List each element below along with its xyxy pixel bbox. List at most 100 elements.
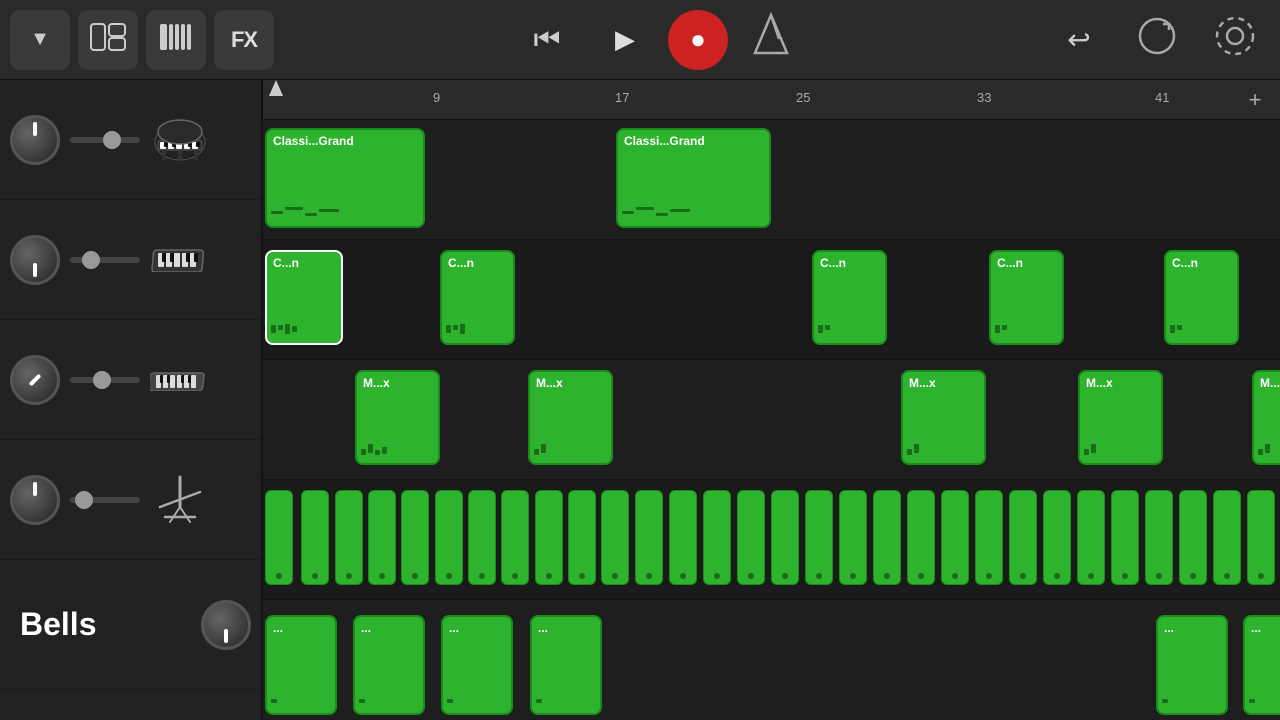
- record-button[interactable]: ●: [668, 10, 728, 70]
- vclip-23[interactable]: [1009, 490, 1037, 585]
- track-1-volume-slider[interactable]: [103, 131, 121, 149]
- vclip-11[interactable]: [601, 490, 629, 585]
- vclip-16[interactable]: [771, 490, 799, 585]
- clip-notes: [271, 310, 337, 335]
- metronome-button[interactable]: [736, 10, 806, 70]
- track-4-volume-knob[interactable]: [10, 475, 60, 525]
- clip-notes: [1258, 430, 1280, 455]
- loop-button[interactable]: [1122, 10, 1192, 70]
- track-2-lane: C...n C...n: [263, 240, 1280, 360]
- track-2-volume-slider[interactable]: [82, 251, 100, 269]
- rewind-button[interactable]: ⏮: [512, 10, 582, 70]
- clip-notes: [622, 193, 765, 218]
- track-1-volume-knob[interactable]: [10, 115, 60, 165]
- dropdown-icon: ▼: [30, 28, 50, 51]
- clip-track5-2[interactable]: ...: [353, 615, 425, 715]
- vclip-13[interactable]: [669, 490, 697, 585]
- playhead[interactable]: [269, 80, 283, 120]
- vclip-4[interactable]: [368, 490, 396, 585]
- vclip-10[interactable]: [568, 490, 596, 585]
- vclip-20[interactable]: [907, 490, 935, 585]
- clip-label: C...n: [814, 252, 885, 274]
- settings-icon: [1213, 14, 1257, 65]
- clip-track5-3[interactable]: ...: [441, 615, 513, 715]
- clip-label: ...: [443, 617, 511, 639]
- clip-label: M...x: [903, 372, 984, 394]
- vclip-21[interactable]: [941, 490, 969, 585]
- clip-notes: [818, 310, 881, 335]
- track-5-controls: Bells: [0, 560, 261, 690]
- clip-notes: [995, 310, 1058, 335]
- clip-notes: [271, 193, 419, 218]
- vclip-25[interactable]: [1077, 490, 1105, 585]
- tracks-area: 9 17 25 33 41 + Classi...Grand: [263, 80, 1280, 720]
- timeline-marker-41: 41: [1155, 90, 1169, 105]
- clip-track3-5[interactable]: M...x: [1252, 370, 1280, 465]
- vclip-28[interactable]: [1179, 490, 1207, 585]
- clip-track3-4[interactable]: M...x: [1078, 370, 1163, 465]
- timeline-marker-9: 9: [433, 90, 440, 105]
- track-3-volume-knob[interactable]: [10, 355, 60, 405]
- vclip-9[interactable]: [535, 490, 563, 585]
- clip-label: Classi...Grand: [267, 130, 423, 152]
- main-area: Bells 9 17 25 33 41 + Classi...Grand: [0, 80, 1280, 720]
- track-1-controls: [0, 80, 261, 200]
- vclip-8[interactable]: [501, 490, 529, 585]
- clip-notes: [1084, 430, 1157, 455]
- clip-track3-2[interactable]: M...x: [528, 370, 613, 465]
- clip-track5-4[interactable]: ...: [530, 615, 602, 715]
- vclip-26[interactable]: [1111, 490, 1139, 585]
- vclip-6[interactable]: [435, 490, 463, 585]
- grid-button[interactable]: [146, 10, 206, 70]
- clip-track1-1[interactable]: Classi...Grand: [265, 128, 425, 228]
- vclip-12[interactable]: [635, 490, 663, 585]
- clip-notes: [907, 430, 980, 455]
- vclip-3[interactable]: [335, 490, 363, 585]
- clip-label: ...: [355, 617, 423, 639]
- clip-track2-2[interactable]: C...n: [440, 250, 515, 345]
- track-4-lane: [263, 480, 1280, 600]
- vclip-17[interactable]: [805, 490, 833, 585]
- vclip-27[interactable]: [1145, 490, 1173, 585]
- clip-track3-3[interactable]: M...x: [901, 370, 986, 465]
- settings-button[interactable]: [1200, 10, 1270, 70]
- clip-track2-5[interactable]: C...n: [1164, 250, 1239, 345]
- right-tools: ↩: [1044, 10, 1270, 70]
- clip-track5-5[interactable]: ...: [1156, 615, 1228, 715]
- track-4-volume-slider[interactable]: [75, 491, 93, 509]
- play-button[interactable]: ▶: [590, 10, 660, 70]
- clip-track2-1[interactable]: C...n: [265, 250, 343, 345]
- clip-track2-3[interactable]: C...n: [812, 250, 887, 345]
- dropdown-button[interactable]: ▼: [10, 10, 70, 70]
- vclip-15[interactable]: [737, 490, 765, 585]
- layout-icon: [90, 23, 126, 56]
- vclip-14[interactable]: [703, 490, 731, 585]
- vclip-2[interactable]: [301, 490, 329, 585]
- vclip-5[interactable]: [401, 490, 429, 585]
- track-3-volume-slider[interactable]: [93, 371, 111, 389]
- clip-track3-1[interactable]: M...x: [355, 370, 440, 465]
- vclip-24[interactable]: [1043, 490, 1071, 585]
- vclip-22[interactable]: [975, 490, 1003, 585]
- clip-track5-1[interactable]: ...: [265, 615, 337, 715]
- track-1-lane: Classi...Grand Classi...Grand: [263, 120, 1280, 240]
- clip-track5-6[interactable]: ...: [1243, 615, 1280, 715]
- clip-track2-4[interactable]: C...n: [989, 250, 1064, 345]
- add-section-button[interactable]: +: [1240, 85, 1270, 115]
- vclip-29[interactable]: [1213, 490, 1241, 585]
- grid-icon: [159, 23, 193, 57]
- clip-track1-2[interactable]: Classi...Grand: [616, 128, 771, 228]
- track-5-volume-knob[interactable]: [201, 600, 251, 650]
- fx-button[interactable]: FX: [214, 10, 274, 70]
- track-3-instrument-icon: [150, 350, 210, 410]
- vclip-18[interactable]: [839, 490, 867, 585]
- vclip-19[interactable]: [873, 490, 901, 585]
- vclip-7[interactable]: [468, 490, 496, 585]
- track-2-volume-knob[interactable]: [10, 235, 60, 285]
- layout-button[interactable]: [78, 10, 138, 70]
- undo-button[interactable]: ↩: [1044, 10, 1114, 70]
- vclip-30[interactable]: [1247, 490, 1275, 585]
- vclip-1[interactable]: [265, 490, 293, 585]
- clip-notes: [359, 680, 419, 705]
- track-3-lane: M...x M...x M...x: [263, 360, 1280, 480]
